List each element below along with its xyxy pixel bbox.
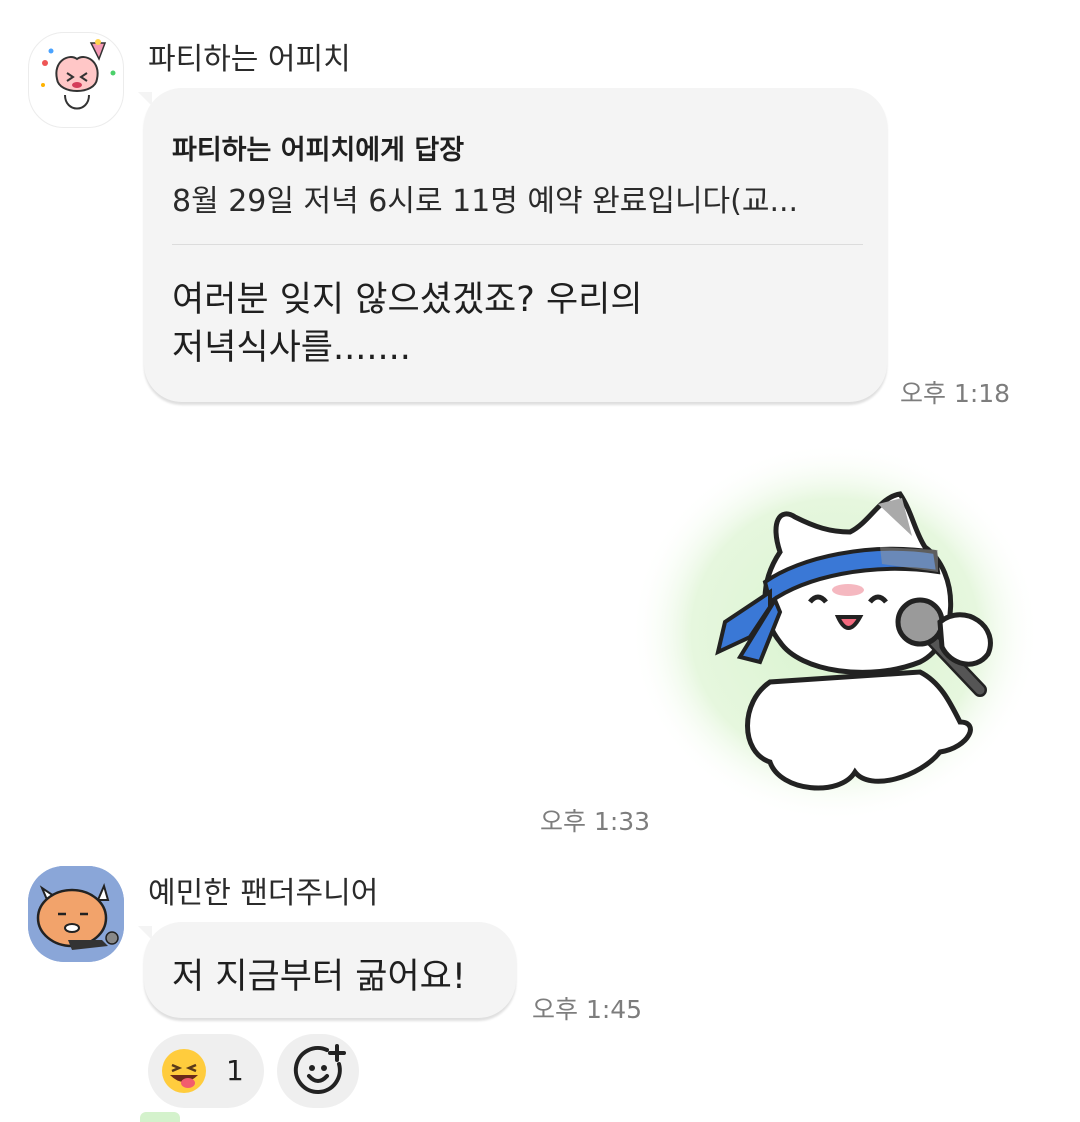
reply-message-bubble[interactable]: 파티하는 어피치에게 답장 8월 29일 저녁 6시로 11명 예약 완료입니다… — [144, 88, 887, 402]
sticker-message[interactable] — [620, 432, 1040, 832]
message-time: 오후 1:45 — [532, 995, 643, 1024]
reaction-chip[interactable]: 1 — [148, 1034, 264, 1108]
grinning-tongue-emoji-icon — [162, 1049, 206, 1093]
quoted-message[interactable]: 8월 29일 저녁 6시로 11명 예약 완료입니다(교... — [172, 176, 798, 220]
chat-screen: 파티하는 어피치 파티하는 어피치에게 답장 8월 29일 저녁 6시로 11명… — [0, 0, 1080, 1122]
reaction-count: 1 — [226, 1054, 244, 1087]
reply-to-title: 파티하는 어피치에게 답장 — [172, 135, 465, 166]
panda-junior-avatar-icon — [28, 866, 124, 962]
apeach-avatar[interactable] — [28, 32, 124, 128]
message-line: 저녁식사를....... — [172, 328, 411, 368]
message-text: 여러분 잊지 않으셨겠죠? 우리의 저녁식사를....... — [172, 276, 792, 372]
sender-name: 예민한 팬더주니어 — [148, 876, 379, 911]
message-line: 여러분 잊지 않으셨겠죠? 우리의 — [172, 280, 643, 320]
apeach-party-avatar-icon — [41, 39, 116, 110]
message-time: 오후 1:33 — [540, 807, 651, 836]
cat-singing-microphone-sticker-icon — [630, 442, 1040, 822]
message-text: 저 지금부터 굶어요! — [172, 957, 466, 997]
reply-divider — [172, 244, 863, 245]
message-bubble[interactable]: 저 지금부터 굶어요! — [144, 922, 516, 1018]
sender-name: 파티하는 어피치 — [148, 42, 351, 77]
message-time: 오후 1:18 — [900, 379, 1011, 408]
add-reaction-button[interactable] — [277, 1034, 359, 1108]
panda-junior-avatar[interactable] — [28, 866, 124, 962]
next-sticker-peek — [140, 1112, 180, 1122]
add-emoji-reaction-icon — [293, 1044, 346, 1094]
